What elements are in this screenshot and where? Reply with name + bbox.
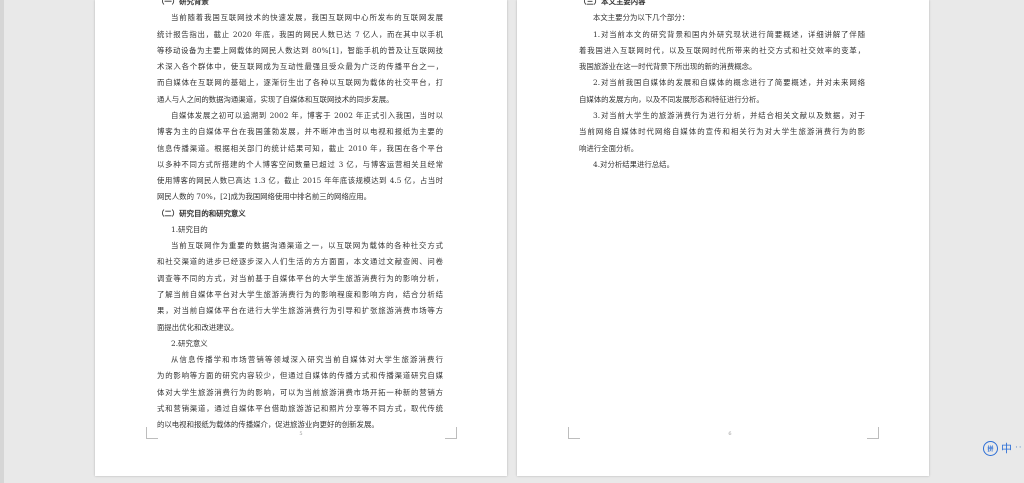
ime-pinyin-icon[interactable]: 拼 [983, 440, 998, 456]
section-heading: （三）本文主要内容 [579, 0, 646, 6]
text-line: 了解当前自媒体平台对大学生旅游消费行为的影响程度和影响方向，结合分析结 [157, 290, 443, 300]
text-line: 从信息传播学和市场营销等领域深入研究当前自媒体对大学生旅游消费行 [171, 355, 443, 365]
text-line: 以多种不同方式所搭建的个人博客空间数量已超过 3 亿，与博客运营相关且经常 [157, 159, 443, 169]
page-number: 6 [728, 431, 732, 437]
text-line: 4.对分析结果进行总结。 [593, 159, 674, 169]
text-line: 着我国进入互联网时代，以及互联网时代所带来的社交方式和社交效率的变革， [579, 45, 865, 55]
margin-corner-mark [867, 427, 879, 439]
text-line: 3.对当前大学生的旅游消费行为进行分析，并结合相关文献以及数据，对于 [593, 110, 865, 120]
page-number: 5 [299, 431, 303, 437]
text-line: 术深入各个群体中，使互联网成为互动性最强且受众最为广泛的传播平台之一， [157, 62, 443, 72]
text-line: 2.对当前我国自媒体的发展和自媒体的概念进行了简要概述，并对未来网络 [593, 78, 865, 88]
text-line: 面提出优化和改进建议。 [157, 322, 239, 332]
text-line: 调查等不同的方式，对当前基于自媒体平台的大学生旅游消费行为的影响分析， [157, 273, 443, 283]
text-line: 自媒体发展之初可以追溯到 2002 年，博客于 2002 年正式引入我国，当时以 [171, 110, 443, 120]
text-line: 式和营销渠道，通过自媒体平台借助旅游游记和照片分享等不同方式，取代传统 [157, 404, 443, 413]
text-line: 而自媒体在互联网的基础上，逐渐衍生出了各种以互联网为载体的社交平台，打 [157, 78, 443, 88]
text-line: 我国旅游业在这一时代背景下所出现的新的消费概念。 [579, 62, 757, 72]
text-line: 响进行全面分析。 [579, 143, 639, 153]
ime-more-icon[interactable]: · · [1015, 443, 1022, 453]
section-heading: （二）研究目的和研究意义 [157, 208, 246, 218]
left-scroll-rail [0, 0, 4, 483]
text-line: 为的影响等方面的研究内容较少，但通过自媒体的传播方式和传播渠道研究自媒 [157, 371, 443, 381]
margin-corner-mark [568, 427, 580, 439]
text-line: 等移动设备为主要上网载体的网民人数达到 80%[1]，智能手机的普及让互联网技 [157, 45, 443, 55]
text-line: 网民人数的 70%，[2]成为我国网络使用中排名前三的网络应用。 [157, 192, 372, 202]
text-line: 使用博客的网民人数已高达 1.3 亿，截止 2015 年年底该规模达到 4.5 … [157, 176, 443, 186]
section-heading: （一）研究背景 [157, 0, 209, 6]
text-line: 果，对当前自媒体平台在进行大学生旅游消费行为引导和扩张旅游消费市场等方 [157, 306, 443, 316]
ime-language-toggle[interactable]: 中 [1001, 440, 1012, 456]
document-page-6[interactable]: （三）本文主要内容本文主要分为以下几个部分： 1.对当前本文的研究背景和国内外研究… [517, 0, 929, 476]
text-line: 博客为主的自媒体平台在我国蓬勃发展，并不断冲击当时以电视和报纸为主要的 [157, 127, 443, 137]
text-line: 当前互联网作为重要的数据沟通渠道之一，以互联网为载体的各种社交方式 [171, 241, 443, 251]
text-line: 当前随着我国互联网技术的快速发展，我国互联网中心所发布的互联网发展 [171, 13, 443, 23]
document-page-5[interactable]: （一）研究背景当前随着我国互联网技术的快速发展，我国互联网中心所发布的互联网发展… [95, 0, 507, 476]
text-line: 信息传播渠道。根据相关部门的统计结果可知，截止 2010 年，我国在各个平台 [157, 143, 443, 153]
text-line: 1.对当前本文的研究背景和国内外研究现状进行简要概述，详细讲解了伴随 [593, 29, 865, 39]
text-line: 和社交渠道的进步已经逐步深入人们生活的方方面面，本文通过文献查阅、问卷 [157, 257, 443, 267]
margin-corner-mark [146, 427, 158, 439]
text-line: 统计报告指出，截止 2020 年底，我国的网民人数已达 7 亿人，而在其中以手机 [157, 29, 443, 39]
ime-indicator[interactable]: 拼 中 · · [983, 440, 1022, 456]
text-line: 自媒体的发展方向，以及不同发展形态和特征进行分析。 [579, 94, 764, 104]
text-line: 本文主要分为以下几个部分： [593, 13, 690, 23]
text-line: 2.研究意义 [171, 338, 208, 348]
text-line: 通人与人之间的数据沟通渠道，实现了自媒体和互联网技术的同步发展。 [157, 94, 394, 104]
text-line: 当前网络自媒体时代网络自媒体的宣传和相关行为对大学生旅游消费行为的影 [579, 127, 865, 137]
text-line: 体对大学生旅游消费行为的影响，可以为当前旅游消费市场开拓一种新的营销方 [157, 387, 443, 397]
margin-corner-mark [445, 427, 457, 439]
text-line: 1.研究目的 [171, 224, 208, 234]
